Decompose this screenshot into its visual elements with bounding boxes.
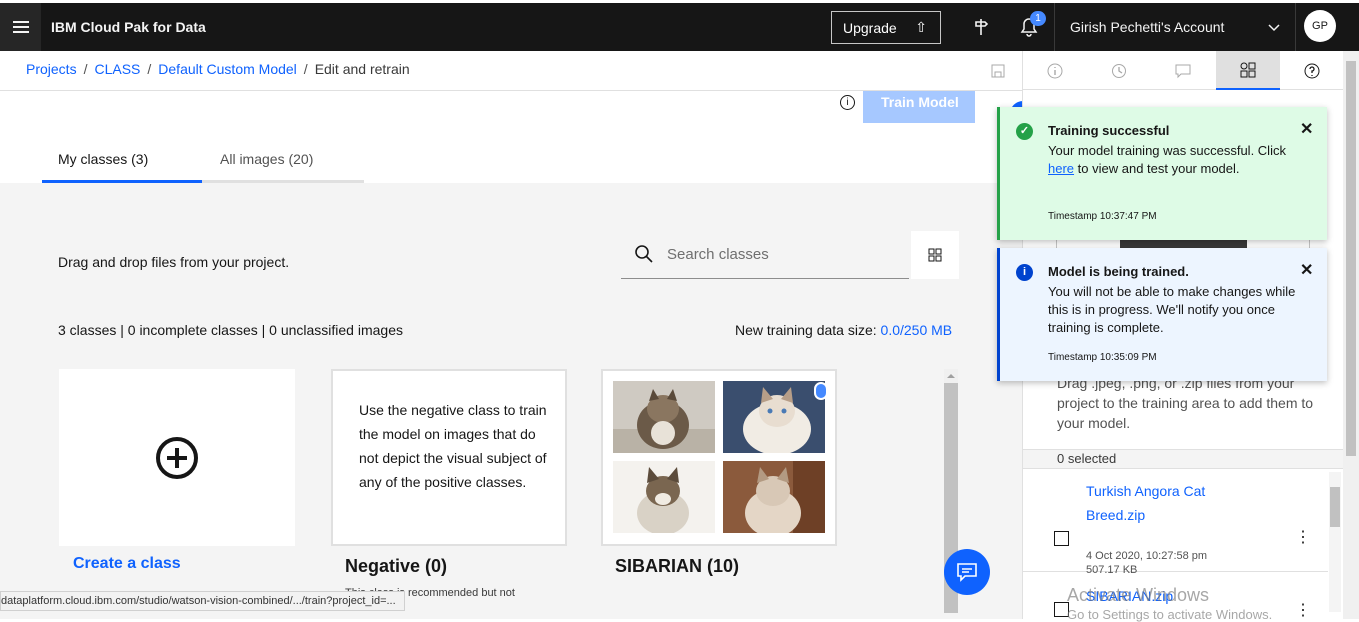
history-icon[interactable] — [1087, 51, 1151, 90]
chat-icon — [957, 563, 977, 582]
breadcrumb-default-custom-model[interactable]: Default Custom Model — [158, 61, 297, 77]
save-icon[interactable] — [991, 64, 1005, 81]
tab-my-classes[interactable]: My classes (3) — [42, 140, 202, 183]
scroll-thumb[interactable] — [1330, 487, 1340, 527]
notification-body: Your model training was successful. Clic… — [1048, 142, 1298, 178]
search-box — [621, 231, 909, 279]
upgrade-button[interactable]: Upgrade ⇧ — [831, 11, 941, 44]
notification-body: You will not be able to make changes whi… — [1048, 284, 1296, 335]
windows-watermark: Activate Windows — [1067, 585, 1210, 605]
close-icon[interactable]: ✕ — [1300, 260, 1313, 280]
notification-timestamp: Timestamp 10:35:09 PM — [1048, 352, 1157, 363]
upload-hint: Drag .jpeg, .png, or .zip files from you… — [1057, 375, 1314, 431]
create-class-card[interactable] — [59, 369, 295, 546]
upgrade-label: Upgrade — [843, 19, 897, 36]
upload-arrow-icon: ⇧ — [915, 19, 927, 35]
user-avatar-button[interactable]: GP — [1295, 3, 1359, 51]
search-input[interactable] — [667, 241, 897, 267]
cat-photo — [723, 461, 825, 533]
notification-bell-icon[interactable] — [1012, 3, 1046, 51]
negative-class-title[interactable]: Negative (0) — [345, 556, 447, 577]
file-date: 4 Oct 2020, 10:27:58 pm — [1086, 550, 1208, 562]
training-size-value: 0.0/250 MB — [880, 322, 953, 338]
signpost-icon[interactable] — [964, 3, 998, 51]
breadcrumb-separator: / — [303, 61, 308, 77]
negative-class-description: Use the negative class to train the mode… — [359, 402, 547, 490]
info-notification: i Model is being trained. You will not b… — [997, 248, 1327, 381]
search-icon — [634, 244, 654, 269]
notification-title: Model is being trained. — [1048, 264, 1189, 279]
file-name[interactable]: Turkish Angora Cat Breed.zip — [1086, 479, 1236, 527]
brand-title[interactable]: IBM Cloud Pak for Data — [51, 3, 206, 51]
panel-scrollbar[interactable] — [1329, 472, 1341, 612]
breadcrumb-separator: / — [147, 61, 152, 77]
sibarian-class-title[interactable]: SIBARIAN (10) — [615, 556, 739, 577]
top-header: IBM Cloud Pak for Data Upgrade ⇧ 1 Giris… — [0, 3, 1359, 51]
grid-icon — [928, 248, 942, 262]
breadcrumb-current: Edit and retrain — [314, 61, 410, 77]
breadcrumb-projects[interactable]: Projects — [26, 61, 77, 77]
class-stats: 3 classes | 0 incomplete classes | 0 unc… — [58, 322, 403, 338]
notification-timestamp: Timestamp 10:37:47 PM — [1048, 211, 1157, 222]
menu-icon[interactable] — [0, 3, 41, 51]
create-class-link[interactable]: Create a class — [73, 555, 181, 573]
avatar: GP — [1304, 10, 1336, 42]
browser-status-url: dataplatform.cloud.ibm.com/studio/watson… — [0, 591, 405, 611]
cat-photo — [613, 461, 715, 533]
notification-title: Training successful — [1048, 123, 1170, 138]
cat-photo — [613, 381, 715, 453]
training-size-label: New training data size: — [735, 322, 877, 338]
overflow-menu-icon[interactable]: ⋮ — [1295, 600, 1311, 620]
add-circle-icon — [156, 437, 198, 479]
chevron-down-icon — [1268, 3, 1280, 51]
info-circle-icon[interactable] — [1023, 51, 1087, 90]
grid-view-button[interactable] — [911, 231, 959, 279]
breadcrumb: Projects / CLASS / Default Custom Model / Edit… — [26, 61, 410, 77]
breadcrumb-separator: / — [83, 61, 88, 77]
success-notification: ✓ Training successful Your model trainin… — [997, 107, 1327, 240]
windows-watermark-subtitle: Go to Settings to activate Windows. — [1067, 607, 1273, 622]
panel-preview — [1056, 240, 1310, 248]
negative-class-card[interactable]: Use the negative class to train the mode… — [331, 369, 567, 546]
account-switcher[interactable]: Girish Pechetti's Account — [1054, 3, 1295, 51]
view-model-link[interactable]: here — [1048, 161, 1074, 176]
selection-count: 0 selected — [1023, 449, 1344, 469]
scroll-up-icon[interactable] — [944, 370, 958, 382]
notification-badge: 1 — [1030, 11, 1046, 26]
help-icon[interactable] — [1280, 51, 1344, 90]
info-icon: i — [1016, 264, 1033, 281]
breadcrumb-class[interactable]: CLASS — [94, 61, 140, 77]
scroll-thumb[interactable] — [1346, 61, 1356, 456]
account-name: Girish Pechetti's Account — [1070, 19, 1225, 35]
cat-photo — [723, 381, 825, 453]
info-icon[interactable]: i — [840, 95, 855, 110]
close-icon[interactable]: ✕ — [1300, 119, 1313, 139]
data-assets-icon[interactable] — [1216, 51, 1280, 90]
chat-button[interactable] — [944, 549, 990, 595]
checkmark-icon: ✓ — [1016, 123, 1033, 140]
overflow-menu-icon[interactable]: ⋮ — [1295, 527, 1311, 547]
file-checkbox[interactable] — [1054, 531, 1069, 546]
training-size: New training data size: 0.0/250 MB — [735, 322, 952, 338]
page-scrollbar[interactable] — [1343, 51, 1359, 619]
notification-text: Your model training was successful. Clic… — [1048, 143, 1286, 158]
notification-text: to view and test your model. — [1077, 161, 1240, 176]
sibarian-class-card[interactable] — [601, 369, 837, 546]
panel-tabs — [1023, 51, 1344, 90]
comment-icon[interactable] — [1151, 51, 1215, 90]
lock-icon — [814, 382, 828, 400]
drag-instructions: Drag and drop files from your project. — [58, 254, 290, 270]
list-item[interactable]: Turkish Angora Cat Breed.zip 4 Oct 2020,… — [1023, 469, 1328, 576]
tab-all-images[interactable]: All images (20) — [202, 140, 364, 183]
train-model-button[interactable]: Train Model — [863, 91, 975, 123]
